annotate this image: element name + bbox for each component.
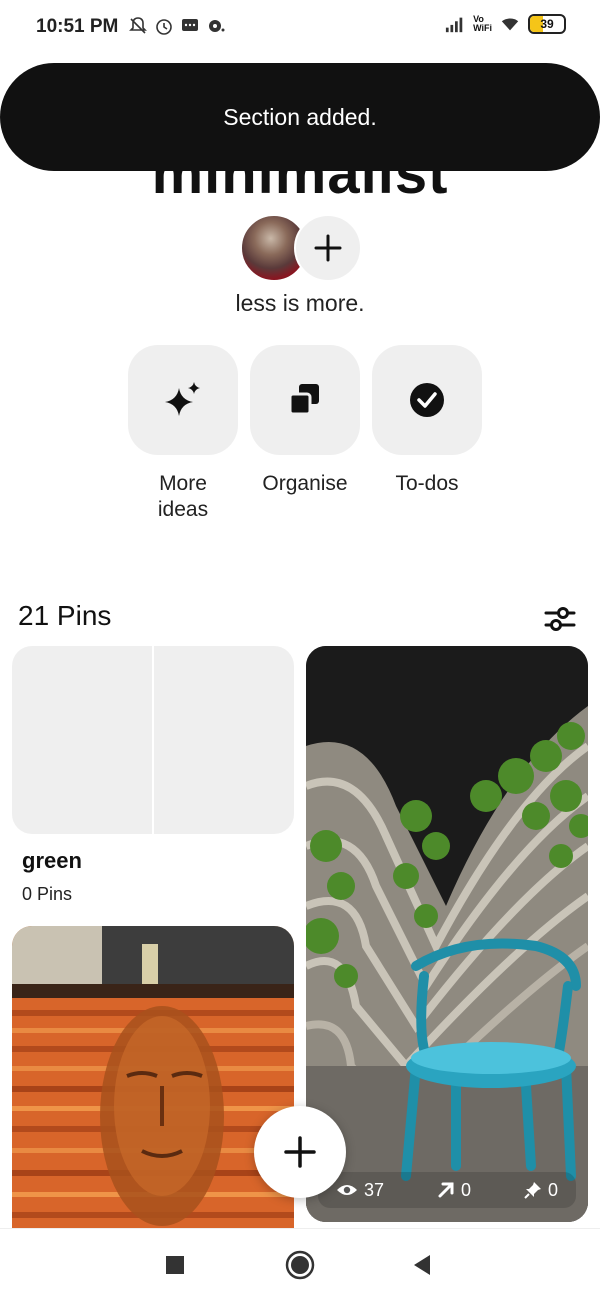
stat-outbound-value: 0: [461, 1179, 472, 1200]
collaborators: [240, 214, 362, 282]
section-pin-count: 0 Pins: [22, 884, 73, 904]
filter-icon[interactable]: [544, 603, 576, 635]
stat-outbound: 0: [437, 1180, 471, 1201]
board-description: less is more.: [235, 290, 365, 316]
toast-message: Section added.: [223, 103, 377, 130]
stat-saves-value: 0: [547, 1179, 558, 1200]
pin-image-face-sculpture[interactable]: [12, 926, 294, 1228]
notification-icon: [209, 20, 225, 32]
organise-tile[interactable]: [250, 345, 360, 455]
stat-saves: 0: [524, 1180, 558, 1201]
back-triangle-icon: [414, 1255, 430, 1275]
home-circle-icon: [285, 1250, 315, 1280]
organise-button[interactable]: Organise: [250, 345, 360, 497]
battery-level: 39: [540, 17, 554, 31]
status-bar: 10:51 PM Vo WiFi 39: [0, 0, 600, 56]
toast-notification: Section added.: [0, 63, 600, 171]
section-name[interactable]: green: [22, 848, 82, 874]
todos-button[interactable]: To-dos: [372, 345, 482, 497]
add-collaborator-button[interactable]: [294, 214, 362, 282]
section-card[interactable]: [12, 646, 294, 834]
pin-stats-bar: 37 0 0: [318, 1172, 576, 1208]
eye-icon: [337, 1185, 357, 1195]
recents-button[interactable]: [157, 1247, 193, 1283]
plus-icon: [284, 1136, 316, 1168]
organise-label: Organise: [262, 472, 348, 495]
back-button[interactable]: [404, 1247, 440, 1283]
vowifi-label: Vo WiFi: [473, 14, 492, 33]
stat-views-value: 37: [364, 1179, 385, 1200]
pin-image-blue-chair[interactable]: 37 0 0: [306, 646, 588, 1222]
section-divider: [152, 646, 154, 834]
message-icon: [182, 19, 198, 31]
pin-icon: [524, 1182, 541, 1199]
add-button[interactable]: [254, 1106, 346, 1198]
blue-chair-image: [306, 646, 588, 1222]
todos-tile[interactable]: [372, 345, 482, 455]
status-icons-right: Vo WiFi 39: [445, 14, 566, 34]
bell-off-icon: [129, 17, 147, 34]
pins-count: 21 Pins: [18, 600, 112, 631]
battery-icon: 39: [528, 14, 566, 34]
signal-icon: [445, 17, 463, 33]
plus-icon: [314, 234, 342, 262]
system-nav-bar: [0, 1228, 600, 1300]
status-time: 10:51 PM: [36, 16, 119, 37]
sparkle-icon: [165, 382, 200, 416]
more-ideas-button[interactable]: More ideas: [128, 345, 238, 523]
todos-label: To-dos: [395, 472, 459, 495]
alarm-icon: [156, 19, 172, 35]
home-button[interactable]: [282, 1247, 318, 1283]
more-ideas-label: More ideas: [157, 472, 209, 521]
wifi-icon: [501, 18, 519, 31]
face-sculpture-image: [12, 926, 294, 1228]
more-ideas-tile[interactable]: [128, 345, 238, 455]
stat-views: 37: [336, 1180, 384, 1201]
board-actions: More ideas Organise To-dos: [128, 345, 488, 525]
arrow-up-right-icon: [438, 1182, 454, 1198]
check-circle-icon: [410, 383, 444, 417]
square-icon: [166, 1256, 184, 1274]
organise-icon: [288, 384, 319, 416]
status-icons-left: [128, 16, 226, 36]
